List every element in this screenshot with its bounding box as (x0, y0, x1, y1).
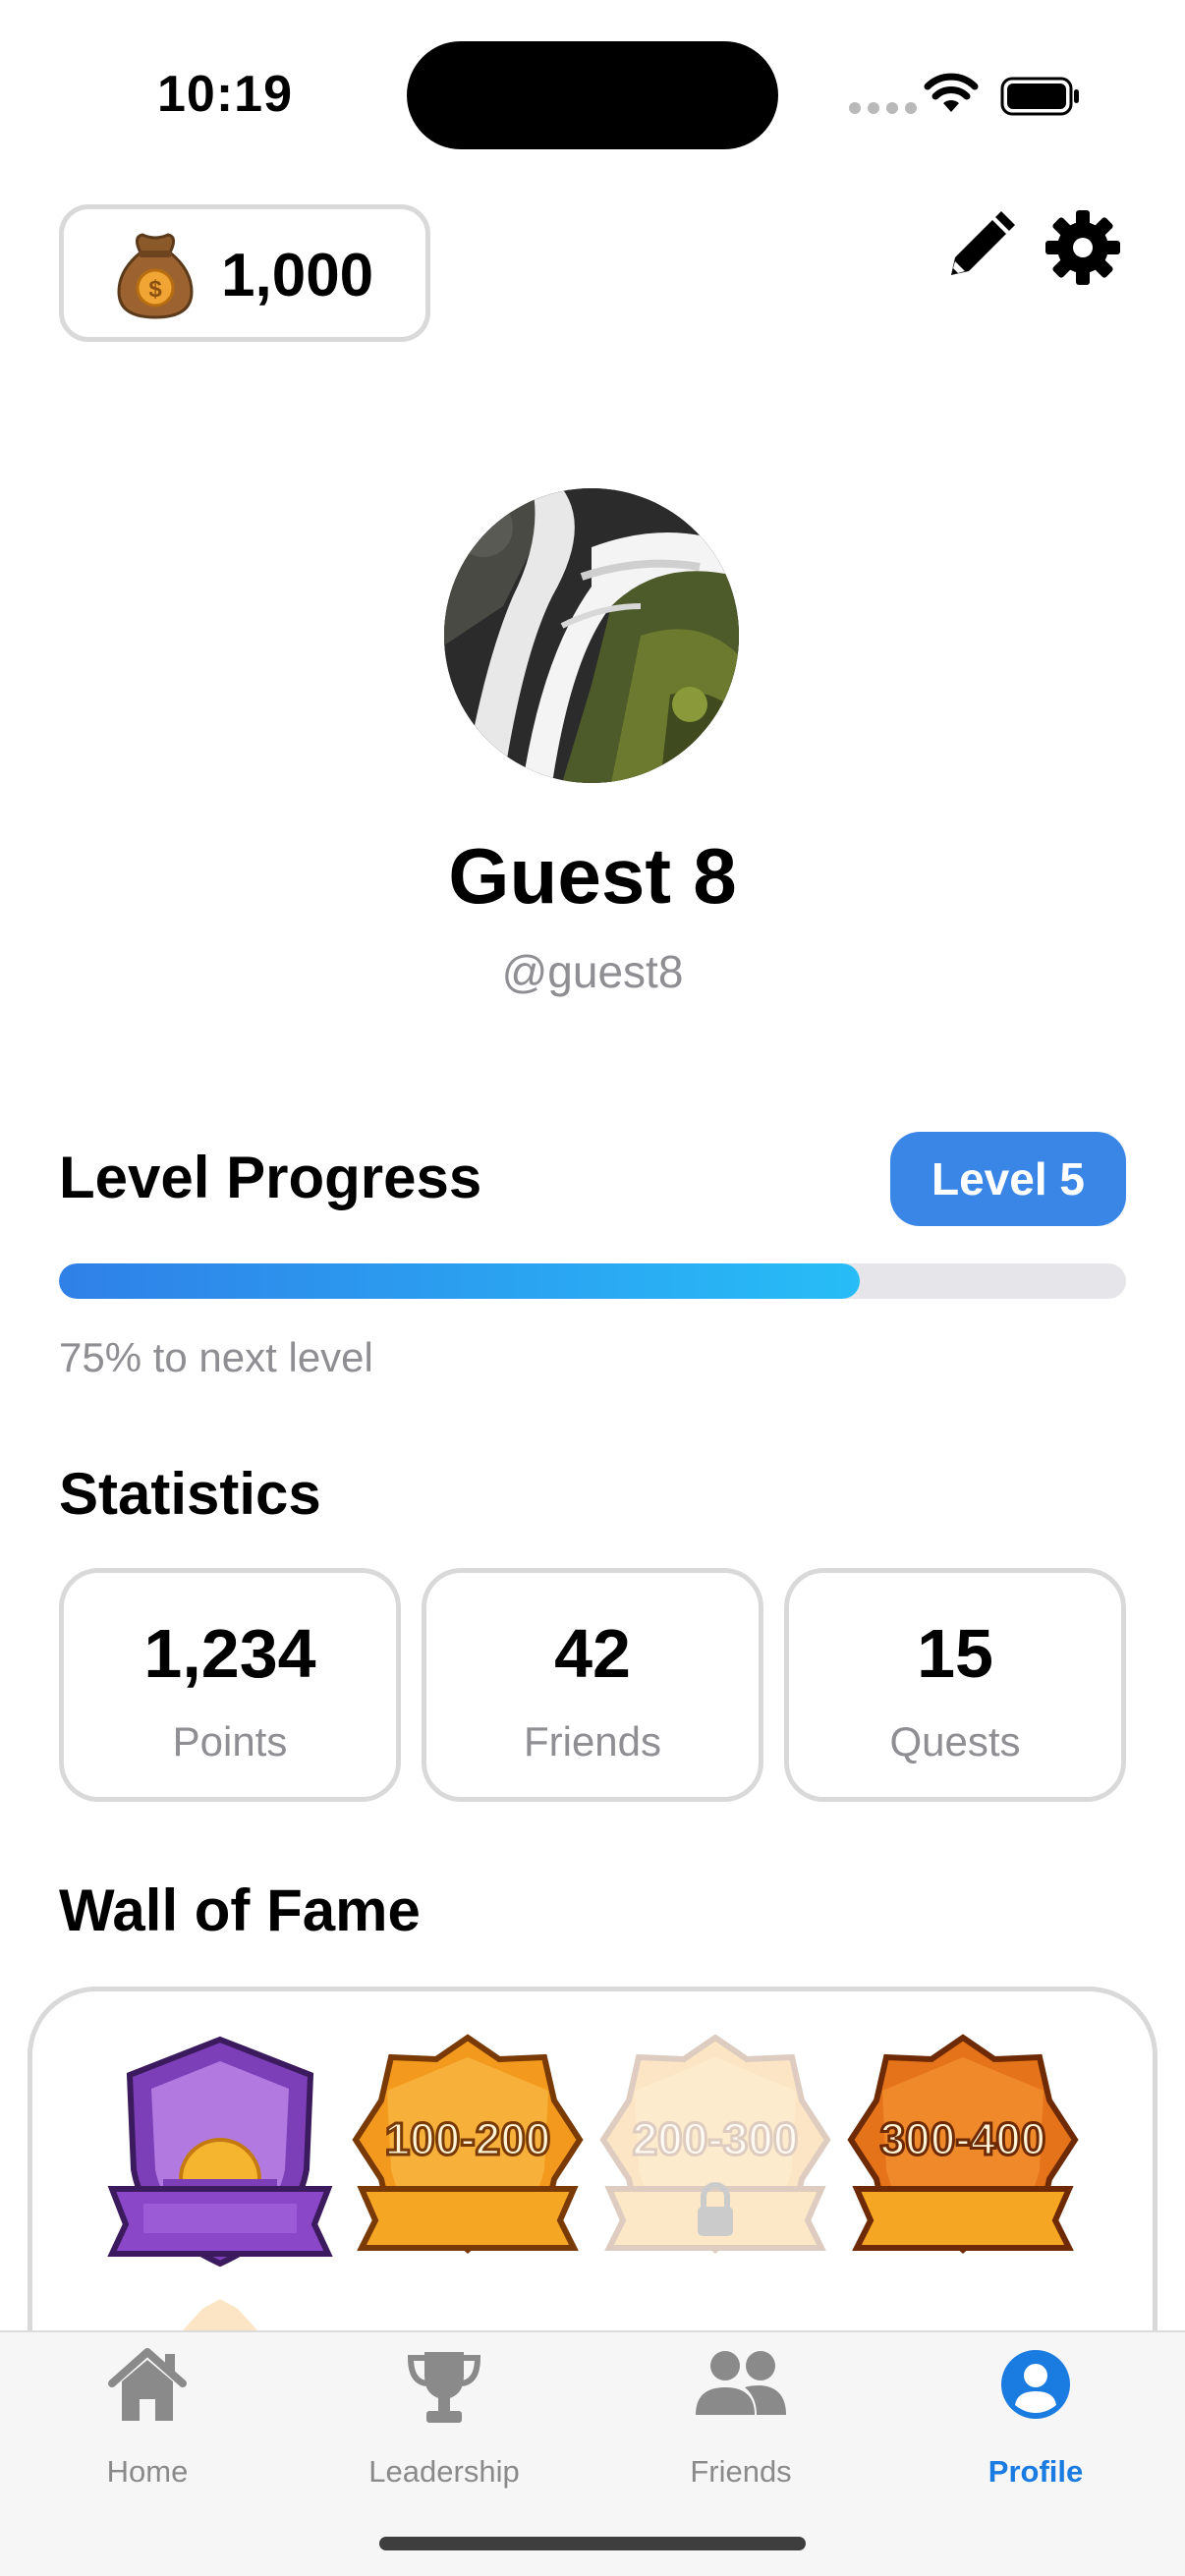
level-progress-fill (59, 1263, 860, 1299)
progress-caption: 75% to next level (59, 1334, 373, 1380)
tab-profile[interactable]: Profile (918, 2348, 1154, 2489)
money-bag-icon: $ (117, 233, 194, 319)
level-progress-bar (59, 1263, 1126, 1299)
level-badge: Level 5 (890, 1132, 1126, 1226)
badge-label: 300-400 (880, 2113, 1046, 2164)
sunset-shield-badge-icon[interactable] (104, 2032, 336, 2277)
tab-friends[interactable]: Friends (623, 2348, 859, 2489)
pencil-icon[interactable] (941, 208, 1018, 285)
stat-card-friends[interactable]: 42 Friends (422, 1568, 763, 1802)
stat-card-points[interactable]: 1,234 Points (59, 1568, 401, 1802)
username-handle: @guest8 (501, 946, 684, 997)
person-circle-icon (1001, 2350, 1070, 2419)
battery-icon (1000, 77, 1079, 116)
people-icon (696, 2351, 786, 2415)
stat-value: 15 (917, 1615, 993, 1692)
stat-card-quests[interactable]: 15 Quests (784, 1568, 1126, 1802)
tab-leadership[interactable]: Leadership (326, 2348, 562, 2489)
range-badge-icon[interactable]: 100-200 (352, 2032, 584, 2277)
status-bar: 10:19 (0, 0, 1185, 187)
tab-home[interactable]: Home (29, 2348, 265, 2489)
dynamic-island (407, 41, 778, 149)
cellular-signal-icon (849, 102, 917, 114)
waterfall-photo (444, 488, 739, 783)
tab-label: Home (106, 2454, 189, 2489)
stat-value: 42 (554, 1615, 631, 1692)
range-badge-icon (183, 2299, 257, 2330)
badge-label: 200-300 (633, 2113, 799, 2164)
clock: 10:19 (157, 66, 293, 123)
wall-of-fame-title: Wall of Fame (59, 1877, 421, 1943)
wifi-icon (924, 73, 979, 112)
svg-text:$: $ (148, 276, 162, 303)
tab-label: Leadership (368, 2454, 520, 2489)
home-indicator[interactable] (379, 2537, 806, 2550)
display-name: Guest 8 (448, 832, 737, 920)
coin-balance-chip[interactable]: $ 1,000 (59, 204, 430, 342)
coin-amount: 1,000 (221, 242, 374, 309)
avatar[interactable] (444, 488, 739, 783)
stat-value: 1,234 (143, 1615, 316, 1692)
stat-label: Points (172, 1718, 288, 1764)
tab-label: Profile (988, 2454, 1084, 2489)
tab-label: Friends (690, 2454, 792, 2489)
range-badge-icon[interactable]: 200-300 (599, 2032, 831, 2277)
statistics-title: Statistics (59, 1461, 321, 1527)
range-badge-icon[interactable]: 300-400 (847, 2032, 1079, 2277)
trophy-icon (407, 2352, 481, 2423)
level-progress-title: Level Progress (59, 1145, 482, 1210)
house-icon (108, 2348, 187, 2421)
badge-label: 100-200 (385, 2113, 551, 2164)
stat-label: Quests (889, 1718, 1021, 1764)
gear-icon[interactable] (1045, 210, 1120, 285)
stat-label: Friends (523, 1718, 662, 1764)
